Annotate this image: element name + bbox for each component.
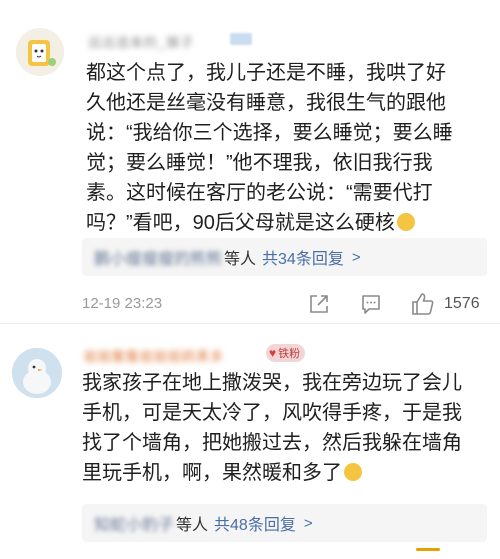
chevron-right-icon: > xyxy=(351,248,361,266)
avatar-image xyxy=(16,28,64,76)
watermark-mark xyxy=(416,548,440,551)
timestamp: 12-19 23:23 xyxy=(82,295,163,312)
comment-text: 都这个点了，我儿子还是不睡，我哄了好 久他还是丝毫没有睡意，我很生气的跟他 说：… xyxy=(86,58,486,238)
avatar-image xyxy=(12,348,62,398)
user-tag xyxy=(230,33,252,45)
reply-user-names: 鹏小瘦瘦瘦的熊熊 xyxy=(94,251,223,268)
reply-summary[interactable]: 鹏小瘦瘦瘦的熊熊 等人 共34条回复 > xyxy=(82,238,487,276)
reply-suffix: 等人 xyxy=(224,251,257,268)
heart-icon: ♥ xyxy=(269,346,277,360)
comment-text-line: 里玩手机，啊，果然暖和多了 xyxy=(82,458,484,488)
comment-text: 我家孩子在地上撒泼哭，我在旁边玩了会儿 手机，可是天太冷了，风吹得手疼，于是我 … xyxy=(82,368,484,488)
laugh-emoji-icon xyxy=(344,463,362,481)
reply-count-link[interactable]: 共48条回复 xyxy=(214,511,296,535)
reply-user-names: 知蛇小豹子 xyxy=(94,517,175,534)
comment-text-fragment: 里玩手机，啊，果然暖和多了 xyxy=(82,462,342,484)
comment-item: 姐姐鳌鳌姐姐姐鸥黑多 ♥ 铁粉 我家孩子在地上撒泼哭，我在旁边玩了会儿 手机，可… xyxy=(0,324,500,559)
comment-meta-bar: 12-19 23:23 1576 xyxy=(0,290,500,318)
comment-item: 远远追来的_猴子 都这个点了，我儿子还是不睡，我哄了好 久他还是丝毫没有睡意，我… xyxy=(0,0,500,324)
comment-text-line: 吗？”看吧，90后父母就是这么硬核 xyxy=(86,208,486,238)
comment-text-line: 我家孩子在地上撒泼哭，我在旁边玩了会儿 xyxy=(82,372,462,394)
comment-text-line: 都这个点了，我儿子还是不睡，我哄了好 xyxy=(86,62,446,84)
comment-text-line: 手机，可是天太冷了，风吹得手疼，于是我 xyxy=(82,402,462,424)
fan-badge: ♥ 铁粉 xyxy=(266,344,306,362)
avatar[interactable] xyxy=(16,28,64,76)
chevron-right-icon: > xyxy=(303,514,313,532)
fan-badge-label: 铁粉 xyxy=(278,348,301,360)
username[interactable]: 姐姐鳌鳌姐姐姐鸥黑多 xyxy=(84,346,224,365)
reply-count-link[interactable]: 共34条回复 xyxy=(262,245,344,269)
share-icon[interactable] xyxy=(306,292,332,316)
comment-text-line: 觉；要么睡觉！”他不理我，依旧我行我 xyxy=(86,152,433,174)
like-count: 1576 xyxy=(444,295,480,312)
avatar[interactable] xyxy=(12,348,62,398)
comment-text-line: 说：“我给你三个选择，要么睡觉；要么睡 xyxy=(86,122,453,144)
comment-text-line: 素。这时候在客厅的老公说：“需要代打 xyxy=(86,182,433,204)
comment-icon[interactable] xyxy=(358,292,384,316)
reply-suffix: 等人 xyxy=(176,517,209,534)
doge-emoji-icon xyxy=(396,213,415,231)
comment-text-line: 找了个墙角，把她搬过去，然后我躲在墙角 xyxy=(82,432,462,454)
comment-text-line: 久他还是丝毫没有睡意，我很生气的跟他 xyxy=(86,92,446,114)
username[interactable]: 远远追来的_猴子 xyxy=(88,32,194,51)
like-thumb-icon[interactable] xyxy=(409,290,437,318)
reply-summary[interactable]: 知蛇小豹子 等人 共48条回复 > xyxy=(82,504,487,542)
comment-text-fragment: 吗？”看吧，90后父母就是这么硬核 xyxy=(86,212,395,234)
